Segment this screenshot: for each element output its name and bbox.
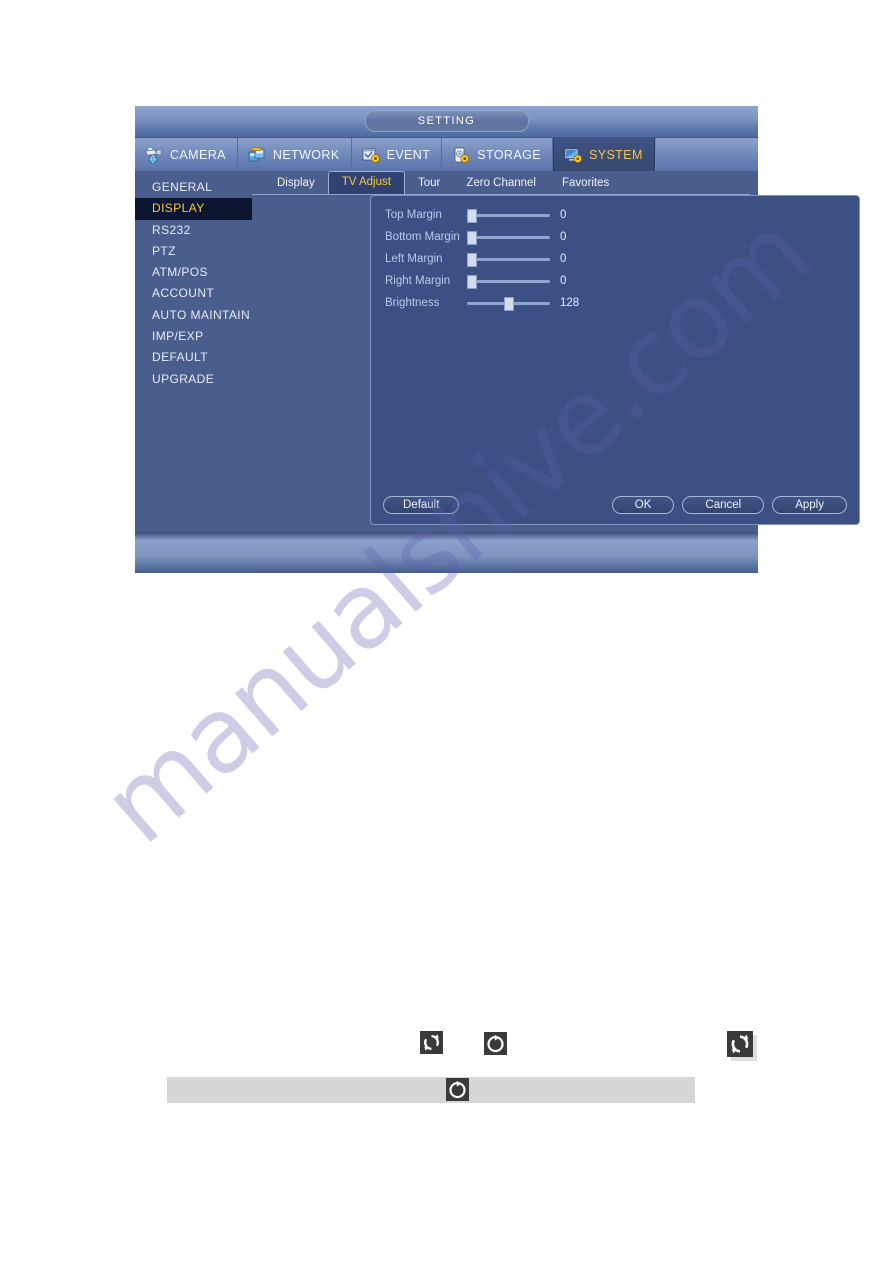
left-margin-value: 0 xyxy=(560,253,567,265)
gray-band xyxy=(167,1077,695,1103)
menu-item-storage[interactable]: STORAGE xyxy=(442,138,553,171)
sidebar-item-default[interactable]: DEFAULT xyxy=(135,347,252,368)
sidebar-item-imp-exp[interactable]: IMP/EXP xyxy=(135,326,252,347)
setting-row-left-margin: Left Margin 0 xyxy=(385,248,586,270)
top-margin-slider[interactable] xyxy=(467,207,550,223)
tab-favorites[interactable]: Favorites xyxy=(549,173,622,194)
apply-button[interactable]: Apply xyxy=(772,496,847,514)
main-menu-bar: CAMERA NETWORK EVENT STORAGE SYSTEM xyxy=(135,138,758,171)
refresh-rotate-icon[interactable] xyxy=(484,1032,507,1055)
setting-row-brightness: Brightness 128 xyxy=(385,292,586,314)
settings-list: Top Margin 0 Bottom Margin 0 Left Margin… xyxy=(385,204,586,314)
sidebar: GENERAL DISPLAY RS232 PTZ ATM/POS ACCOUN… xyxy=(135,171,252,573)
slider-track xyxy=(467,280,550,283)
brightness-label: Brightness xyxy=(385,297,440,309)
menu-bar-filler xyxy=(654,138,758,171)
system-icon xyxy=(563,146,583,164)
slider-thumb[interactable] xyxy=(467,253,477,267)
bottom-margin-value: 0 xyxy=(560,231,567,243)
setting-window: SETTING CAMERA NETWORK EVENT STORAGE SYS… xyxy=(135,106,860,573)
refresh-rotate-glyph xyxy=(487,1034,504,1053)
tab-tv-adjust[interactable]: TV Adjust xyxy=(327,171,405,194)
setting-row-bottom-margin: Bottom Margin 0 xyxy=(385,226,586,248)
refresh-rotate-glyph-band xyxy=(449,1080,466,1099)
network-icon xyxy=(247,146,267,164)
tab-tour[interactable]: Tour xyxy=(405,173,453,194)
refresh-icon-large[interactable] xyxy=(727,1031,753,1057)
bottom-margin-slider[interactable] xyxy=(467,229,550,245)
sidebar-item-auto-maintain[interactable]: AUTO MAINTAIN xyxy=(135,305,252,326)
slider-thumb[interactable] xyxy=(467,275,477,289)
slider-track xyxy=(467,236,550,239)
refresh-glyph xyxy=(424,1034,439,1051)
panel-button-group: OK Cancel Apply xyxy=(611,496,847,514)
slider-thumb[interactable] xyxy=(467,209,477,223)
right-margin-slider[interactable] xyxy=(467,273,550,289)
window-body: GENERAL DISPLAY RS232 PTZ ATM/POS ACCOUN… xyxy=(135,171,860,573)
event-icon xyxy=(361,146,381,164)
sidebar-item-atm-pos[interactable]: ATM/POS xyxy=(135,262,252,283)
menu-item-camera[interactable]: CAMERA xyxy=(135,138,238,171)
content-column: Display TV Adjust Tour Zero Channel Favo… xyxy=(252,171,860,573)
left-margin-label: Left Margin xyxy=(385,253,443,265)
sidebar-item-ptz[interactable]: PTZ xyxy=(135,241,252,262)
refresh-rotate-icon-band[interactable] xyxy=(446,1078,469,1101)
left-margin-slider[interactable] xyxy=(467,251,550,267)
menu-item-event-label: EVENT xyxy=(386,147,431,162)
right-margin-label: Right Margin xyxy=(385,275,451,287)
slider-thumb[interactable] xyxy=(504,297,514,311)
default-button[interactable]: Default xyxy=(383,496,460,514)
top-margin-value: 0 xyxy=(560,209,567,221)
tab-display[interactable]: Display xyxy=(264,173,328,194)
menu-item-storage-label: STORAGE xyxy=(477,147,541,162)
menu-item-system-label: SYSTEM xyxy=(588,147,643,162)
camera-icon xyxy=(144,146,164,164)
sidebar-item-general[interactable]: GENERAL xyxy=(135,177,252,198)
slider-track xyxy=(467,214,550,217)
right-margin-value: 0 xyxy=(560,275,567,287)
brightness-slider[interactable] xyxy=(467,295,550,311)
menu-item-network[interactable]: NETWORK xyxy=(238,138,352,171)
cancel-button[interactable]: Cancel xyxy=(682,496,765,514)
subtab-bar: Display TV Adjust Tour Zero Channel Favo… xyxy=(252,171,750,195)
sidebar-item-rs232[interactable]: RS232 xyxy=(135,220,252,241)
window-titlebar: SETTING xyxy=(135,106,758,138)
refresh-glyph-large xyxy=(731,1034,749,1054)
menu-item-network-label: NETWORK xyxy=(272,147,340,162)
window-title: SETTING xyxy=(364,110,529,132)
tab-zero-channel[interactable]: Zero Channel xyxy=(453,173,549,194)
setting-row-right-margin: Right Margin 0 xyxy=(385,270,586,292)
slider-thumb[interactable] xyxy=(467,231,477,245)
menu-item-system[interactable]: SYSTEM xyxy=(552,138,655,171)
bottom-margin-label: Bottom Margin xyxy=(385,231,460,243)
setting-row-top-margin: Top Margin 0 xyxy=(385,204,586,226)
sidebar-item-account[interactable]: ACCOUNT xyxy=(135,283,252,304)
refresh-icon[interactable] xyxy=(420,1031,443,1054)
sidebar-item-upgrade[interactable]: UPGRADE xyxy=(135,369,252,390)
sidebar-item-display[interactable]: DISPLAY xyxy=(135,198,252,220)
menu-item-camera-label: CAMERA xyxy=(170,147,226,162)
ok-button[interactable]: OK xyxy=(611,496,675,514)
storage-icon xyxy=(451,146,471,164)
slider-track xyxy=(467,258,550,261)
tv-adjust-panel: Top Margin 0 Bottom Margin 0 Left Margin… xyxy=(370,195,860,525)
brightness-value: 128 xyxy=(560,297,580,309)
window-footer xyxy=(135,532,758,572)
menu-item-event[interactable]: EVENT xyxy=(352,138,443,171)
top-margin-label: Top Margin xyxy=(385,209,442,221)
